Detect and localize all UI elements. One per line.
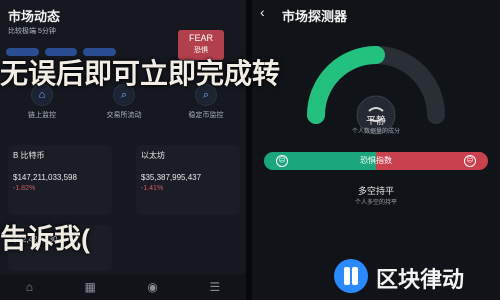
brand-logo: 区块律动	[334, 258, 496, 294]
page-title: 市场动态	[8, 9, 61, 24]
market-detector-screen: ‹ 市场探测器 平静 个人数据量的成分 ☹ 恐惧指数 ☹ 多空持平 个人多空的持…	[252, 0, 500, 300]
logo-text: 区块律动	[376, 267, 465, 292]
balance-label: 平静	[366, 116, 386, 127]
right-face-icon: ☹	[464, 155, 476, 167]
fear-label: FEAR	[188, 33, 213, 43]
bottom-navigation: ⌂ ▦ ◉ ☰	[0, 274, 246, 300]
home-icon[interactable]: ⌂	[26, 280, 33, 294]
coin-card-row: B 比特币 $147,211,033,598 -1.82% 以太坊 $35,38…	[8, 145, 240, 215]
range-label: 多空持平	[357, 186, 394, 196]
back-icon[interactable]: ‹	[260, 4, 265, 20]
fear-index-label: 恐惧指数	[360, 156, 392, 165]
logo-mark-icon	[334, 259, 368, 293]
menu-icon[interactable]: ☰	[209, 280, 220, 294]
coin-change: -1.41%	[141, 185, 164, 192]
page-title: 市场探测器	[282, 9, 348, 24]
coin-name: B 比特币	[13, 151, 45, 160]
coin-change: -1.82%	[13, 185, 36, 192]
coin-card-btc[interactable]: B 比特币 $147,211,033,598 -1.82%	[8, 145, 112, 215]
coin-name: 以太坊	[141, 151, 165, 160]
overlay-caption-line-2: 告诉我(	[0, 224, 90, 254]
tool-label: 稳定币监控	[188, 112, 224, 119]
grid-icon[interactable]: ▦	[85, 280, 96, 294]
tool-label: 链上监控	[28, 112, 56, 119]
overlay-caption-line-1: 无误后即可立即完成转	[0, 58, 281, 89]
balance-description: 个人数据量的成分	[351, 129, 400, 135]
fear-index-bar[interactable]: ☹ 恐惧指数 ☹	[264, 152, 488, 170]
coin-card-eth[interactable]: 以太坊 $35,387,995,437 -1.41%	[136, 145, 240, 215]
market-subtitle: 比较极端 5分钟	[8, 28, 56, 35]
coin-price: $35,387,995,437	[141, 173, 202, 182]
range-description: 个人多空的持平	[354, 200, 397, 206]
coin-price: $147,211,033,598	[13, 173, 77, 182]
tool-label: 交易所流动	[106, 112, 142, 119]
screenshot-stage: 市场动态 比较极端 5分钟 FEAR 恐惧 ⌂ 链上监控 ⌕ 交易所流动 ⌕ 稳…	[0, 0, 500, 300]
target-icon[interactable]: ◉	[147, 280, 157, 294]
